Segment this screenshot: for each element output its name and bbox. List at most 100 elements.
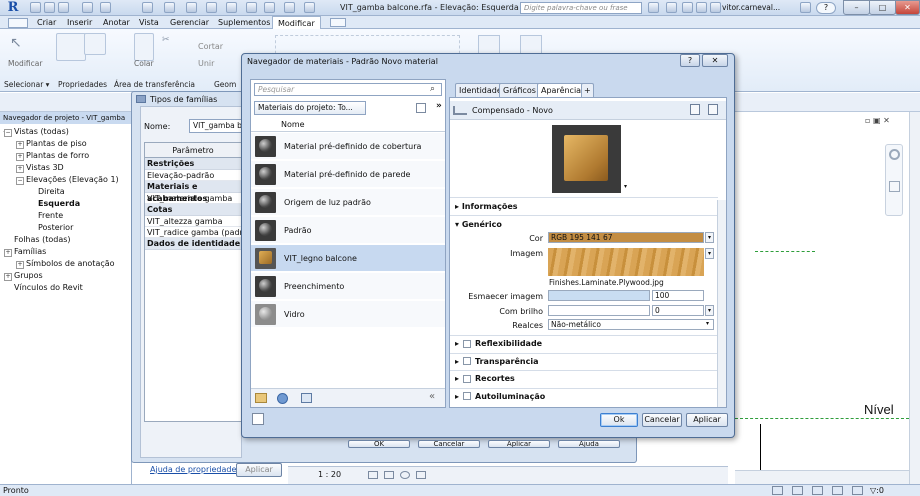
parameter-row[interactable]: Elevação-padrão <box>145 170 241 181</box>
expand-icon[interactable]: + <box>16 165 24 173</box>
browser-item[interactable]: Folhas (todas) <box>4 234 71 246</box>
filter-icon[interactable]: ▽:0 <box>870 485 884 496</box>
select-links-icon[interactable] <box>812 486 823 495</box>
zoom-icon[interactable] <box>889 181 900 192</box>
family-apply-button[interactable]: Aplicar <box>488 440 550 448</box>
paste-icon[interactable] <box>134 33 154 61</box>
properties-icon[interactable] <box>56 33 86 61</box>
sun-path-icon[interactable] <box>400 471 410 479</box>
view-options-icon[interactable] <box>416 103 426 113</box>
replace-asset-icon[interactable] <box>690 104 700 115</box>
gloss-dropdown-icon[interactable]: ▾ <box>705 305 714 316</box>
revit-logo-icon[interactable]: R <box>2 0 24 16</box>
family-ok-button[interactable]: OK <box>348 440 410 448</box>
add-asset-tab[interactable]: + <box>581 83 594 97</box>
family-help-button[interactable]: Ajuda <box>558 440 620 448</box>
browser-item[interactable]: + Plantas de piso <box>16 138 87 150</box>
browser-item[interactable]: − Vistas (todas) <box>4 126 69 138</box>
tab-aparencia[interactable]: Aparência <box>537 83 586 97</box>
properties-scrollbar[interactable] <box>717 200 726 407</box>
parameter-row[interactable]: VIT_altezza gamba <box>145 216 241 227</box>
browser-item[interactable]: Posterior <box>28 222 73 234</box>
browser-item[interactable]: + Grupos <box>4 270 43 282</box>
tab-inserir[interactable]: Inserir <box>62 16 97 29</box>
material-list-item[interactable]: Material pré-definido de cobertura <box>251 133 445 160</box>
sync-icon[interactable] <box>58 2 69 13</box>
measure-icon[interactable] <box>142 2 153 13</box>
material-editor-icon[interactable] <box>277 393 288 404</box>
image-filename[interactable]: Finishes.Laminate.Plywood.jpg <box>549 278 664 287</box>
canvas-vertical-scrollbar[interactable] <box>909 112 920 484</box>
shadows-icon[interactable] <box>416 471 426 479</box>
expand-icon[interactable]: + <box>16 141 24 149</box>
browser-item[interactable]: + Famílias <box>4 246 46 258</box>
select-panel-label[interactable]: Selecionar ▾ <box>4 80 49 89</box>
material-library-select[interactable]: Materiais do projeto: To... <box>254 101 366 115</box>
tab-criar[interactable]: Criar <box>32 16 61 29</box>
exchange-icon[interactable] <box>800 2 811 13</box>
tab-modificar[interactable]: Modificar <box>272 16 321 29</box>
gloss-value-input[interactable]: 0 <box>652 305 704 316</box>
material-help-button[interactable]: ? <box>680 54 700 67</box>
expand-icon[interactable]: + <box>16 153 24 161</box>
steering-wheel-icon[interactable] <box>889 149 900 160</box>
fade-slider[interactable] <box>548 290 650 301</box>
browser-item[interactable]: + Símbolos de anotação <box>16 258 115 270</box>
expand-icon[interactable]: + <box>4 249 12 257</box>
detail-level-icon[interactable] <box>368 471 378 479</box>
subscription-icon[interactable] <box>666 2 677 13</box>
material-list-item[interactable]: Preenchimento <box>251 273 445 300</box>
design-options-icon[interactable] <box>792 486 803 495</box>
parameter-group-header[interactable]: Materiais e acabamentos <box>145 181 241 203</box>
section-generico[interactable]: ▾ Genérico <box>455 218 502 232</box>
fade-value-input[interactable]: 100 <box>652 290 704 301</box>
properties-help-link[interactable]: Ajuda de propriedades <box>150 465 241 474</box>
browser-item[interactable]: + Vistas 3D <box>16 162 64 174</box>
section-icon[interactable] <box>226 2 237 13</box>
search-icon[interactable]: ⌕ <box>430 84 435 94</box>
family-cancel-button[interactable]: Cancelar <box>418 440 480 448</box>
parameter-row[interactable]: VIT_radice gamba (padrão) <box>145 227 241 238</box>
browser-item[interactable]: + Plantas de forro <box>16 150 89 162</box>
level-label[interactable]: Nível <box>864 402 894 417</box>
maximize-button[interactable]: □ <box>869 0 896 15</box>
open-icon[interactable] <box>30 2 41 13</box>
material-list-item[interactable]: Material pré-definido de parede <box>251 161 445 188</box>
section-enable-checkbox[interactable] <box>463 339 472 348</box>
parameter-group-header[interactable]: Restrições <box>145 158 241 170</box>
collapsed-section[interactable]: ▸ Recortes <box>455 372 515 386</box>
asset-browser-icon[interactable] <box>301 393 312 403</box>
tab-anotar[interactable]: Anotar <box>98 16 135 29</box>
material-list-item[interactable]: Vidro <box>251 301 445 328</box>
create-material-icon[interactable] <box>255 393 267 403</box>
parameter-column-header[interactable]: Parâmetro <box>145 143 241 158</box>
highlights-chevron-icon[interactable]: ▾ <box>706 320 709 327</box>
collapsed-section[interactable]: ▸ Autoiluminação <box>455 390 545 404</box>
browser-item[interactable]: Vínculos do Revit <box>4 282 83 294</box>
redo-icon[interactable] <box>100 2 111 13</box>
color-field[interactable]: RGB 195 141 67 <box>548 232 704 243</box>
expand-icon[interactable]: + <box>4 273 12 281</box>
material-list-item[interactable]: Padrão <box>251 217 445 244</box>
cut-icon[interactable]: ✂ <box>162 35 170 45</box>
browser-item[interactable]: Frente <box>28 210 63 222</box>
collapsed-section[interactable]: ▸ Reflexibilidade <box>455 337 542 351</box>
dimension-icon[interactable] <box>164 2 175 13</box>
section-enable-checkbox[interactable] <box>463 392 472 400</box>
minimize-button[interactable]: – <box>843 0 870 15</box>
image-dropdown-icon[interactable]: ▾ <box>705 248 714 259</box>
keyword-search-input[interactable]: Digite palavra-chave ou frase <box>520 2 642 14</box>
preview-options-chevron-icon[interactable]: ▾ <box>624 183 627 190</box>
browser-item[interactable]: Direita <box>28 186 65 198</box>
collapse-library-icon[interactable]: » <box>436 101 442 111</box>
help-button[interactable]: ? <box>816 2 836 14</box>
modify-cursor-icon[interactable]: ↖ <box>10 35 28 53</box>
parameter-group-header[interactable]: Dados de identidade <box>145 238 241 250</box>
parameter-group-header[interactable]: Cotas <box>145 204 241 216</box>
collapse-icon[interactable]: − <box>4 129 12 137</box>
paste-button-label[interactable]: Colar <box>134 59 154 68</box>
view-window-controls[interactable]: ▫ ▣ ✕ <box>865 116 915 126</box>
family-name-select[interactable]: VIT_gamba balc <box>189 119 242 133</box>
thin-lines-icon[interactable] <box>246 2 257 13</box>
close-window-button[interactable]: ✕ <box>895 0 920 15</box>
